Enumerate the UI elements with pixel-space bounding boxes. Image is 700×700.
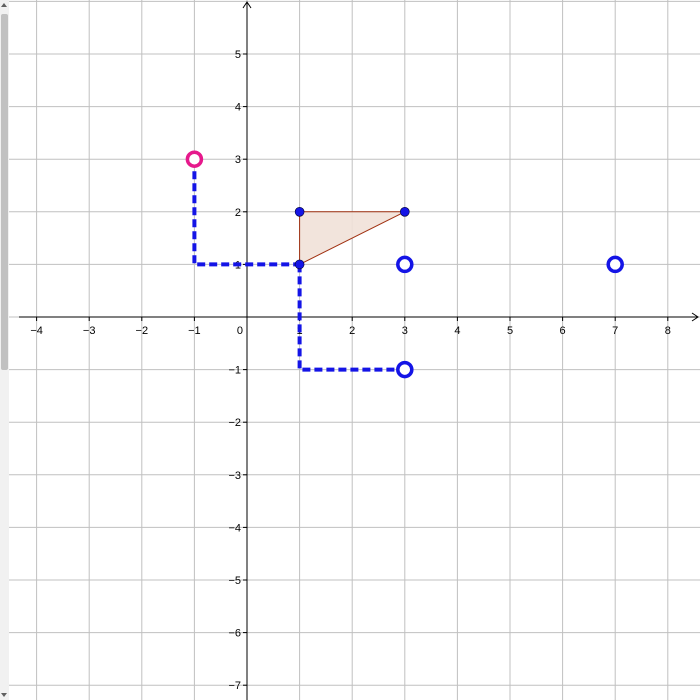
y-tick-label: −4	[228, 522, 241, 534]
x-tick-label: 0	[237, 325, 243, 337]
x-tick-label: 4	[454, 325, 460, 337]
y-tick-label: −6	[228, 628, 241, 640]
y-tick-label: 5	[235, 49, 241, 61]
point-filled[interactable]	[294, 259, 305, 270]
y-tick-label: −7	[228, 680, 241, 692]
x-tick-label: 8	[665, 325, 671, 337]
point-open[interactable]	[185, 150, 204, 168]
x-tick-label: −1	[188, 325, 201, 337]
y-tick-label: −3	[228, 470, 241, 482]
x-tick-label: −2	[136, 325, 149, 337]
y-tick-label: −2	[228, 417, 241, 429]
y-tick-label: −1	[228, 365, 241, 377]
vertical-scrollbar[interactable]	[0, 0, 9, 700]
x-tick-label: −3	[83, 325, 96, 337]
grid	[9, 0, 700, 700]
point-filled[interactable]	[399, 207, 410, 217]
point-open[interactable]	[396, 360, 414, 379]
graphics-view[interactable]: −4 −3 −2 −1 0 1 2 3 4 5 6 7 8−7−6−5−4−3−2−112345	[9, 0, 700, 700]
scroll-up-arrow-icon[interactable]	[1, 3, 7, 7]
x-tick-label: 5	[507, 325, 513, 337]
y-tick-label: 4	[235, 102, 241, 114]
y-tick-label: −5	[228, 575, 241, 587]
x-tick-label: 2	[349, 325, 355, 337]
x-tick-label: 6	[560, 325, 566, 337]
point-filled[interactable]	[294, 207, 305, 217]
scrollbar-thumb[interactable]	[1, 14, 8, 370]
y-tick-label: 3	[235, 154, 241, 166]
x-tick-label: 7	[612, 325, 618, 337]
point-open[interactable]	[396, 255, 414, 274]
point-open[interactable]	[606, 255, 624, 274]
x-tick-label: 3	[402, 325, 408, 337]
x-tick-label: −4	[30, 325, 43, 337]
scroll-down-arrow-icon[interactable]	[1, 693, 7, 697]
y-tick-label: 2	[235, 207, 241, 219]
